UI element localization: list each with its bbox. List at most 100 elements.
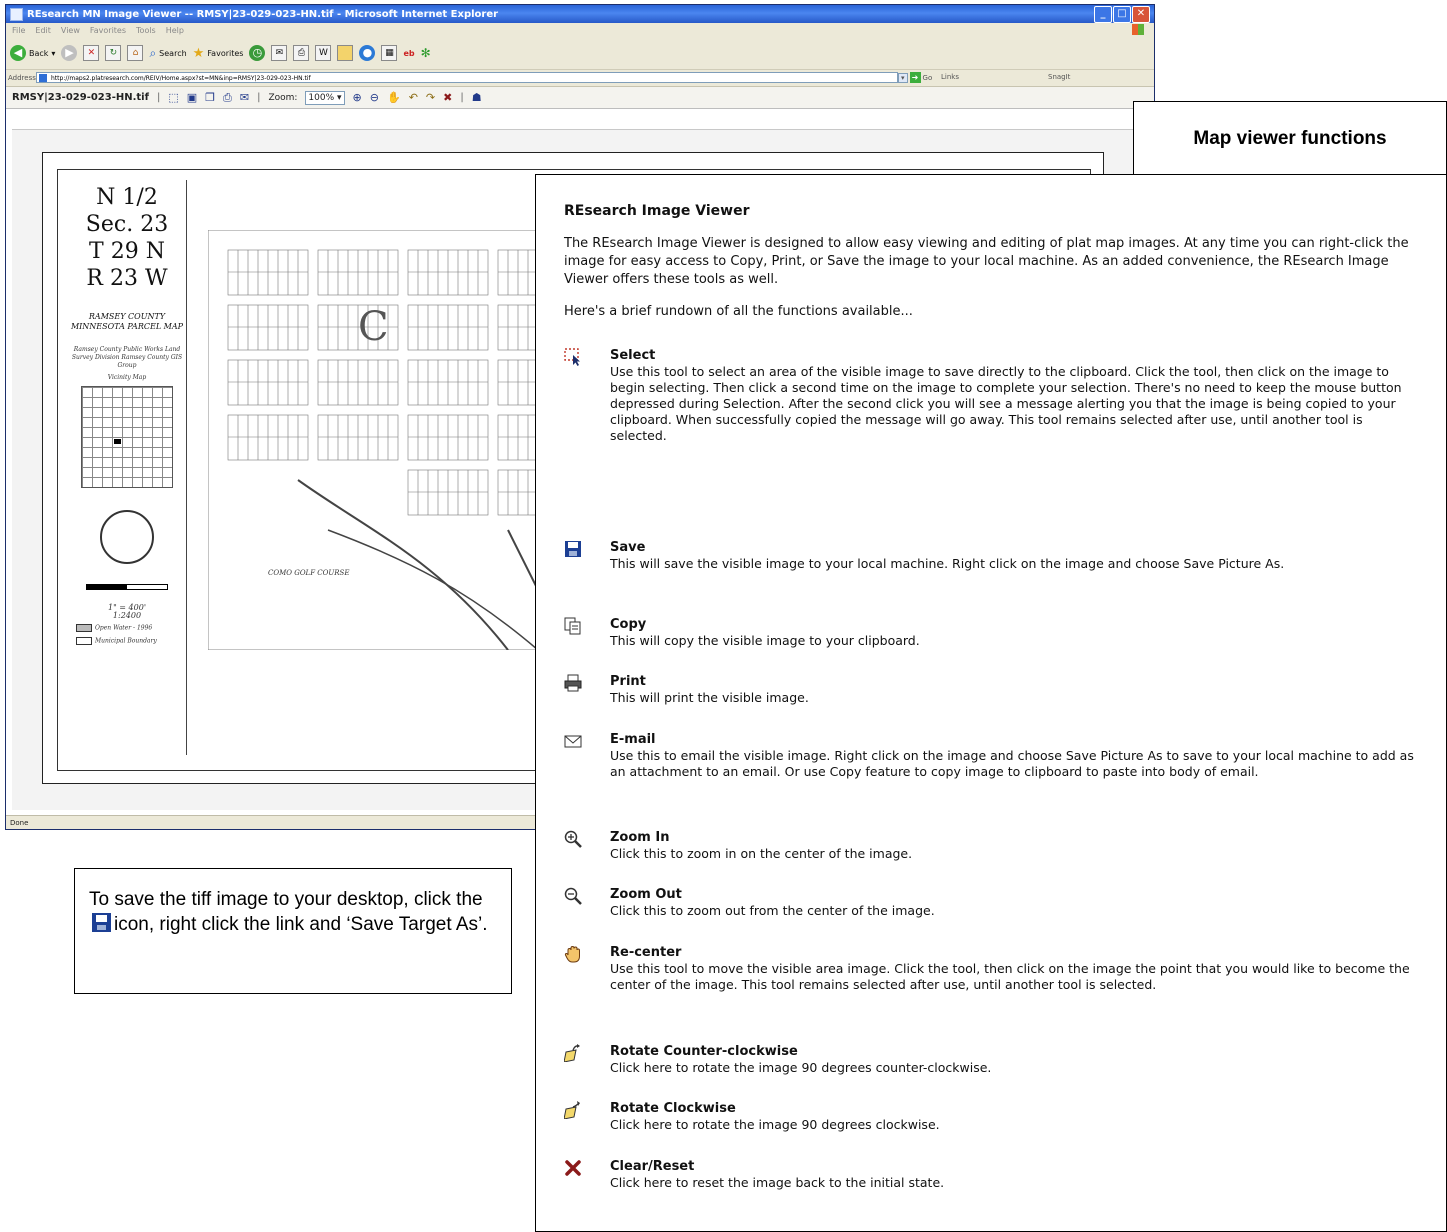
help-item-desc: Click here to rotate the image 90 degree… <box>610 1117 940 1132</box>
go-label: Go <box>922 73 933 82</box>
rotate-ccw-icon <box>563 1044 582 1063</box>
zoom-label: Zoom: <box>268 92 298 103</box>
help-item-desc: Click here to rotate the image 90 degree… <box>610 1060 992 1075</box>
zoom-in-tool-icon[interactable]: ⊕ <box>353 91 362 104</box>
help-item-desc: Click this to zoom out from the center o… <box>610 903 935 918</box>
map-functions-label: Map viewer functions <box>1193 127 1387 149</box>
links-button[interactable]: Links <box>941 73 959 81</box>
favorites-label: Favorites <box>207 48 244 58</box>
menu-help[interactable]: Help <box>166 26 184 35</box>
snagit-button[interactable]: SnagIt <box>1048 73 1070 81</box>
menu-favorites[interactable]: Favorites <box>90 26 126 35</box>
back-label: Back <box>29 48 49 58</box>
menu-bar: File Edit View Favorites Tools Help <box>6 23 1154 37</box>
toolbar-separator: | <box>257 92 261 103</box>
mail-button[interactable]: ✉ <box>271 45 288 61</box>
msn-button[interactable]: ● <box>359 45 376 61</box>
search-button[interactable]: ⌕ Search <box>149 46 186 61</box>
help-item-name: Rotate Counter-clockwise <box>610 1044 798 1059</box>
map-publisher: Ramsey County Public Works Land Survey D… <box>71 346 183 369</box>
help-item-name: Copy <box>610 617 647 632</box>
history-button[interactable]: ◷ <box>249 45 266 61</box>
toolbar-separator: | <box>156 92 161 103</box>
ie-page-icon <box>10 7 23 21</box>
forward-button[interactable]: ▶ <box>61 45 78 61</box>
copy-tool-icon[interactable]: ❐ <box>205 91 215 104</box>
toolbar-separator: | <box>460 92 464 103</box>
menu-file[interactable]: File <box>12 26 25 35</box>
search-label: Search <box>159 48 187 58</box>
zoom-out-tool-icon[interactable]: ⊖ <box>370 91 379 104</box>
select-icon <box>564 348 582 366</box>
minimize-button[interactable]: _ <box>1094 6 1112 23</box>
print-tool-icon[interactable]: ⎙ <box>223 91 232 105</box>
help-tool-icon[interactable]: ☗ <box>472 91 482 104</box>
home-button[interactable]: ⌂ <box>127 45 144 61</box>
menu-edit[interactable]: Edit <box>35 26 51 35</box>
email-icon <box>564 732 582 750</box>
go-button[interactable]: ▾ ➜ Go <box>898 72 932 83</box>
favorites-button[interactable]: ★ Favorites <box>193 46 244 61</box>
ebay-icon[interactable]: eb <box>403 49 414 58</box>
select-tool-icon[interactable]: ⬚ <box>168 91 178 104</box>
hand-tool-icon[interactable]: ✋ <box>387 91 401 104</box>
close-button[interactable]: ✕ <box>1132 6 1150 23</box>
county-title: RAMSEY COUNTY MINNESOTA PARCEL MAP <box>70 312 184 331</box>
clear-tool-icon[interactable]: ✖ <box>443 91 452 104</box>
zoom-out-icon <box>564 887 582 905</box>
help-item-name: Zoom Out <box>610 887 682 902</box>
folder-button[interactable] <box>337 45 354 61</box>
hand-icon <box>564 945 582 963</box>
help-title: REsearch Image Viewer <box>564 203 750 219</box>
zoom-value: 100% <box>308 92 335 103</box>
section-line: T 29 N <box>89 239 165 264</box>
zoom-in-icon <box>564 830 582 848</box>
print-button[interactable]: ⎙ <box>293 45 310 61</box>
viewer-filename: RMSY|23-029-023-HN.tif <box>12 92 149 103</box>
help-item-name: Select <box>610 348 656 363</box>
address-bar: Address http://maps2.platresearch.com/RE… <box>6 70 1154 87</box>
email-tool-icon[interactable]: ✉ <box>240 91 249 104</box>
help-item-desc: Click this to zoom in on the center of t… <box>610 846 913 861</box>
maximize-button[interactable]: □ <box>1113 6 1131 23</box>
image-viewer-toolbar: RMSY|23-029-023-HN.tif | ⬚ ▣ ❐ ⎙ ✉ | Zoo… <box>6 87 1154 109</box>
go-arrow-icon: ➜ <box>909 72 921 83</box>
address-label: Address <box>8 74 36 82</box>
help-item-name: Save <box>610 540 646 555</box>
stop-button[interactable]: ✕ <box>83 45 100 61</box>
page-icon <box>39 74 47 82</box>
menu-tools[interactable]: Tools <box>136 26 156 35</box>
rotate-ccw-tool-icon[interactable]: ↶ <box>409 91 418 104</box>
save-instructions-callout: To save the tiff image to your desktop, … <box>74 868 512 994</box>
help-intro: The REsearch Image Viewer is designed to… <box>564 236 1409 287</box>
save-icon <box>564 540 582 558</box>
address-input[interactable]: http://maps2.platresearch.com/REIV/Home.… <box>36 72 898 83</box>
vicinity-label: Vicinity Map <box>107 374 147 381</box>
star-icon: ★ <box>192 45 205 61</box>
refresh-button[interactable]: ↻ <box>105 45 122 61</box>
status-text: Done <box>10 819 29 827</box>
back-dropdown-icon: ▾ <box>51 48 56 58</box>
save-tool-icon[interactable]: ▣ <box>187 91 197 104</box>
help-rundown: Here's a brief rundown of all the functi… <box>564 304 913 319</box>
edit-button[interactable]: W <box>315 45 332 61</box>
legend-boundary: Municipal Boundary <box>95 637 157 644</box>
help-item-desc: This will print the visible image. <box>610 690 809 705</box>
windows-logo-icon <box>1132 24 1144 35</box>
messenger-icon[interactable]: ✻ <box>421 46 431 60</box>
clear-icon <box>564 1159 582 1177</box>
back-button[interactable]: ◀ Back ▾ <box>10 45 55 61</box>
address-dropdown-icon[interactable]: ▾ <box>898 72 908 83</box>
browser-toolbar: ◀ Back ▾ ▶ ✕ ↻ ⌂ ⌕ Search ★ Favorites ◷ … <box>6 37 1154 70</box>
rotate-cw-tool-icon[interactable]: ↷ <box>426 91 435 104</box>
research-button[interactable]: ▦ <box>381 45 398 61</box>
legend-open-water: Open Water - 1996 <box>95 624 153 632</box>
zoom-select[interactable]: 100% ▾ <box>305 90 345 105</box>
address-url: http://maps2.platresearch.com/REIV/Home.… <box>51 75 311 82</box>
help-item-name: Zoom In <box>610 830 670 845</box>
back-arrow-icon: ◀ <box>10 45 26 61</box>
menu-view[interactable]: View <box>61 26 80 35</box>
map-functions-callout: Map viewer functions <box>1133 101 1447 176</box>
help-item-name: Re-center <box>610 945 682 960</box>
north-arrow-icon <box>100 510 154 564</box>
